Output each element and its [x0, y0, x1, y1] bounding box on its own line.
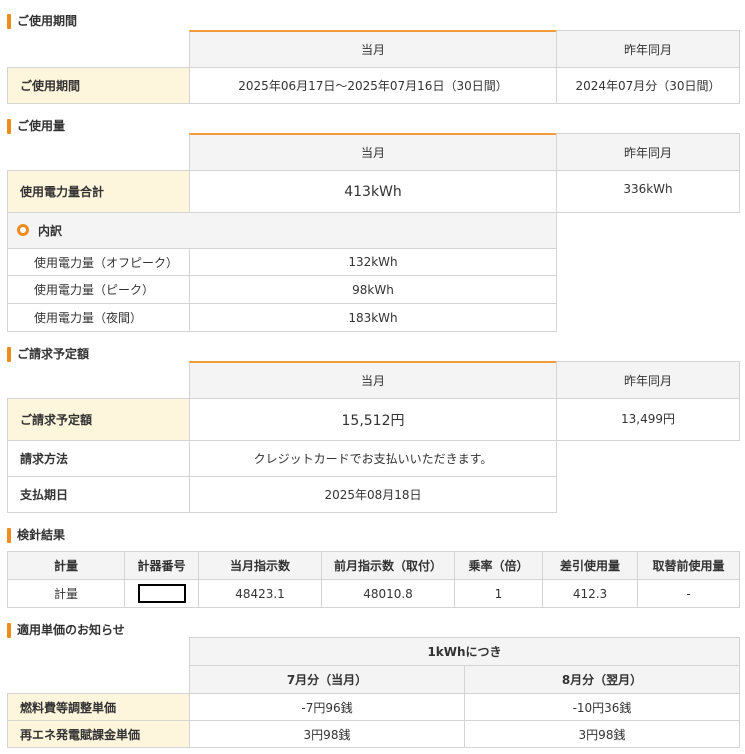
meter-number-cell	[124, 579, 199, 608]
unit-price-current: 3円98銭	[189, 720, 465, 748]
period-col-current: 当月	[189, 30, 557, 68]
meter-header: 計器番号	[124, 551, 199, 580]
section-marker	[7, 347, 11, 362]
breakdown-title: 内訳	[38, 224, 63, 238]
meter-cell: 1	[454, 579, 543, 608]
breakdown-label: 使用電力量（オフピーク）	[7, 248, 190, 276]
billing-amount-label: ご請求予定額	[7, 398, 190, 441]
billing-col-prev: 昨年同月	[556, 361, 740, 399]
unit-price-next: -10円36銭	[464, 693, 740, 721]
period-current-value: 2025年06月17日～2025年07月16日（30日間）	[189, 67, 557, 104]
unit-price-col-current: 7月分（当月）	[189, 665, 465, 694]
unit-price-next: 3円98銭	[464, 720, 740, 748]
section-title: ご請求予定額	[17, 347, 90, 361]
billing-method-value: クレジットカードでお支払いいただきます。	[189, 440, 557, 477]
billing-amount-current: 15,512円	[189, 398, 557, 441]
breakdown-label: 使用電力量（ピーク）	[7, 275, 190, 304]
breakdown-value: 183kWh	[189, 303, 557, 332]
unit-price-col-next: 8月分（翌月）	[464, 665, 740, 694]
section-title: 検針結果	[17, 528, 66, 542]
usage-total-prev: 336kWh	[556, 170, 740, 213]
bullet-icon	[17, 224, 29, 236]
billing-due-label: 支払期日	[7, 476, 190, 513]
unit-price-current: -7円96銭	[189, 693, 465, 721]
usage-col-prev: 昨年同月	[556, 133, 740, 171]
breakdown-value: 98kWh	[189, 275, 557, 304]
section-usage-period: ご使用期間	[0, 10, 745, 32]
meter-header: 乗率（倍）	[454, 551, 543, 580]
meter-cell: -	[637, 579, 740, 608]
meter-cell: 412.3	[542, 579, 638, 608]
section-title: ご使用量	[17, 119, 66, 133]
usage-total-current: 413kWh	[189, 170, 557, 213]
period-col-prev: 昨年同月	[556, 30, 740, 68]
section-marker	[7, 14, 11, 29]
meter-cell: 48423.1	[198, 579, 322, 608]
unit-price-row-label: 燃料費等調整単価	[7, 693, 190, 721]
usage-breakdown-header: 内訳	[7, 212, 557, 249]
section-title: 適用単価のお知らせ	[17, 623, 125, 637]
meter-header: 差引使用量	[542, 551, 638, 580]
usage-col-current: 当月	[189, 133, 557, 171]
billing-col-current: 当月	[189, 361, 557, 399]
breakdown-value: 132kWh	[189, 248, 557, 276]
breakdown-label: 使用電力量（夜間）	[7, 303, 190, 332]
section-marker	[7, 119, 11, 134]
period-prev-value: 2024年07月分（30日間）	[556, 67, 740, 104]
billing-amount-prev: 13,499円	[556, 398, 740, 441]
billing-method-label: 請求方法	[7, 440, 190, 477]
section-marker	[7, 623, 11, 638]
unit-price-header: 1kWhにつき	[189, 637, 740, 666]
usage-total-label: 使用電力量合計	[7, 170, 190, 213]
meter-header: 当月指示数	[198, 551, 322, 580]
section-meter: 検針結果	[0, 524, 745, 546]
meter-cell: 48010.8	[321, 579, 455, 608]
masked-meter-number	[137, 584, 186, 603]
unit-price-row-label: 再エネ発電賦課金単価	[7, 720, 190, 748]
meter-cell: 計量	[7, 579, 125, 608]
meter-header: 取替前使用量	[637, 551, 740, 580]
period-row-label: ご使用期間	[7, 67, 190, 104]
meter-header: 計量	[7, 551, 125, 580]
meter-header: 前月指示数（取付）	[321, 551, 455, 580]
section-marker	[7, 528, 11, 543]
billing-due-value: 2025年08月18日	[189, 476, 557, 513]
section-title: ご使用期間	[17, 14, 78, 28]
